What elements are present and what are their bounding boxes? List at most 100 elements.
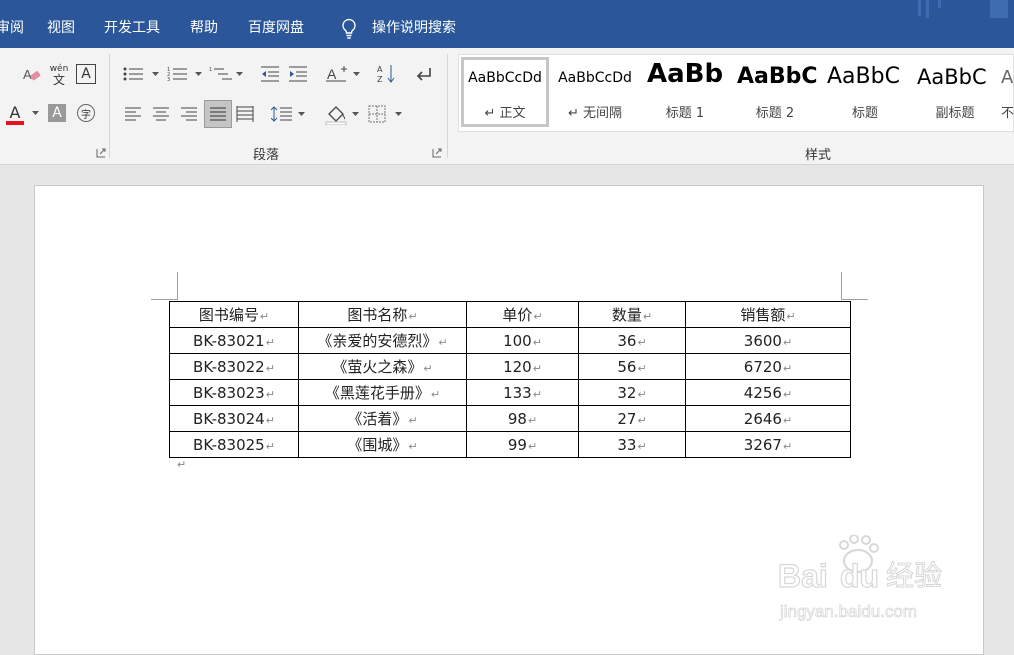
table-header-cell[interactable]: 单价↵ (466, 301, 579, 328)
character-border-icon[interactable]: A (76, 64, 96, 84)
tell-me-search[interactable]: 操作说明搜索 (372, 0, 456, 48)
font-dialog-launcher-icon[interactable] (96, 148, 106, 158)
style-no-spacing[interactable]: AaBbCcDd ↵ 无间隔 (551, 57, 639, 127)
numbering-icon[interactable]: 123 (166, 64, 190, 84)
style-name: 标题 (851, 106, 878, 121)
table-cell[interactable]: 3267↵ (685, 431, 851, 458)
style-preview: A (1001, 67, 1014, 88)
chevron-down-icon[interactable] (351, 70, 361, 78)
table-cell[interactable]: 《萤火之森》↵ (298, 353, 467, 380)
style-more[interactable]: A 不 (1001, 57, 1014, 127)
ribbon: A wén 文 A A A 字 123 1 A AZ 段落 AaBbCcDd ↵… (0, 48, 1014, 165)
crop-mark (151, 299, 177, 300)
window-decoration-icon (918, 0, 1008, 18)
style-normal[interactable]: AaBbCcDd ↵ 正文 (461, 57, 549, 127)
table-header-cell[interactable]: 销售额↵ (685, 301, 851, 328)
table-cell[interactable]: 6720↵ (685, 353, 851, 380)
line-spacing-icon[interactable] (270, 104, 294, 124)
style-subtitle[interactable]: AaBbC 副标题 (911, 57, 999, 127)
table-header-cell[interactable]: 数量↵ (578, 301, 686, 328)
sort-icon[interactable]: AZ (374, 62, 400, 86)
justify-icon[interactable] (204, 100, 232, 128)
style-preview: AaBbC (917, 65, 987, 89)
chevron-down-icon[interactable] (234, 70, 244, 78)
style-title[interactable]: AaBbC 标题 (821, 57, 909, 127)
chevron-down-icon[interactable] (296, 110, 306, 118)
align-left-icon[interactable] (122, 104, 144, 124)
chevron-down-icon[interactable] (350, 110, 360, 118)
baidu-jingyan-watermark: Bai du 经验 jingyan.baidu.com (778, 535, 943, 621)
table-cell[interactable]: BK-83023↵ (169, 379, 299, 406)
chevron-down-icon[interactable] (193, 70, 203, 78)
watermark-brand-2: du (840, 558, 879, 594)
table-cell[interactable]: 《黑莲花手册》↵ (298, 379, 467, 406)
distributed-icon[interactable] (234, 104, 256, 124)
shading-icon[interactable] (324, 102, 348, 126)
borders-icon[interactable] (366, 104, 388, 124)
table-cell[interactable]: 98↵ (466, 405, 579, 432)
chevron-down-icon[interactable] (393, 110, 403, 118)
svg-text:A: A (23, 67, 32, 82)
enclose-characters-icon[interactable]: 字 (77, 104, 95, 122)
increase-indent-icon[interactable] (286, 64, 310, 84)
multilevel-list-icon[interactable]: 1 (208, 64, 234, 84)
align-center-icon[interactable] (150, 104, 172, 124)
table-cell[interactable]: 32↵ (578, 379, 686, 406)
table-cell[interactable]: 2646↵ (685, 405, 851, 432)
paragraph-group-label: 段落 (253, 148, 280, 163)
style-heading-2[interactable]: AaBbC 标题 2 (731, 57, 819, 127)
menu-view[interactable]: 视图 (47, 0, 75, 48)
menu-developer[interactable]: 开发工具 (104, 0, 160, 48)
menu-baidu-netdisk[interactable]: 百度网盘 (248, 0, 304, 48)
table-cell[interactable]: 99↵ (466, 431, 579, 458)
chevron-down-icon[interactable] (30, 108, 40, 118)
table-header-cell[interactable]: 图书编号↵ (169, 301, 299, 328)
character-shading-icon[interactable]: A (48, 104, 66, 122)
table-cell[interactable]: 133↵ (466, 379, 579, 406)
table-cell[interactable]: 《亲爱的安德烈》↵ (298, 327, 467, 354)
bullets-icon[interactable] (122, 64, 146, 84)
show-paragraph-marks-icon[interactable] (412, 64, 436, 84)
align-right-icon[interactable] (178, 104, 200, 124)
style-name: ↵ 无间隔 (567, 106, 623, 121)
table-cell[interactable]: 《活着》↵ (298, 405, 467, 432)
style-heading-1[interactable]: AaBb 标题 1 (641, 57, 729, 127)
chevron-down-icon[interactable] (150, 70, 160, 78)
decrease-indent-icon[interactable] (258, 64, 282, 84)
table-cell[interactable]: 36↵ (578, 327, 686, 354)
lightbulb-icon[interactable] (340, 18, 358, 40)
watermark-brand: Bai (778, 558, 828, 594)
style-name: 副标题 (935, 106, 975, 121)
svg-text:1: 1 (209, 67, 212, 73)
crop-mark (177, 272, 178, 300)
phonetic-guide-icon[interactable]: wén 文 (48, 62, 70, 88)
menu-review[interactable]: 审阅 (0, 0, 24, 48)
table-cell[interactable]: BK-83021↵ (169, 327, 299, 354)
table-cell[interactable]: 120↵ (466, 353, 579, 380)
table-row: BK-83021↵ 《亲爱的安德烈》↵ 100↵ 36↵ 3600↵ (169, 327, 851, 354)
table-cell[interactable]: 《围城》↵ (298, 431, 467, 458)
font-color-icon[interactable]: A (4, 102, 26, 128)
table-cell[interactable]: 33↵ (578, 431, 686, 458)
svg-text:3: 3 (167, 77, 170, 82)
table-cell[interactable]: 56↵ (578, 353, 686, 380)
table-cell[interactable]: BK-83024↵ (169, 405, 299, 432)
svg-text:Z: Z (377, 75, 383, 84)
group-separator (447, 54, 448, 158)
table-cell[interactable]: BK-83025↵ (169, 431, 299, 458)
chinese-layout-icon[interactable]: A (324, 64, 350, 84)
group-separator (109, 54, 110, 158)
table-cell[interactable]: 3600↵ (685, 327, 851, 354)
paragraph-dialog-launcher-icon[interactable] (432, 148, 442, 158)
phonetic-guide-bottom: 文 (52, 72, 65, 87)
table-cell[interactable]: BK-83022↵ (169, 353, 299, 380)
table-cell[interactable]: 27↵ (578, 405, 686, 432)
clear-formatting-icon[interactable]: A (20, 64, 44, 86)
table-header-cell[interactable]: 图书名称↵ (298, 301, 467, 328)
table-cell[interactable]: 100↵ (466, 327, 579, 354)
book-sales-table[interactable]: 图书编号↵ 图书名称↵ 单价↵ 数量↵ 销售额↵ BK-83021↵ 《亲爱的安… (169, 301, 851, 458)
style-name: 不 (1001, 106, 1014, 121)
menu-help[interactable]: 帮助 (190, 0, 218, 48)
style-preview: AaBbC (737, 64, 818, 89)
table-cell[interactable]: 4256↵ (685, 379, 851, 406)
